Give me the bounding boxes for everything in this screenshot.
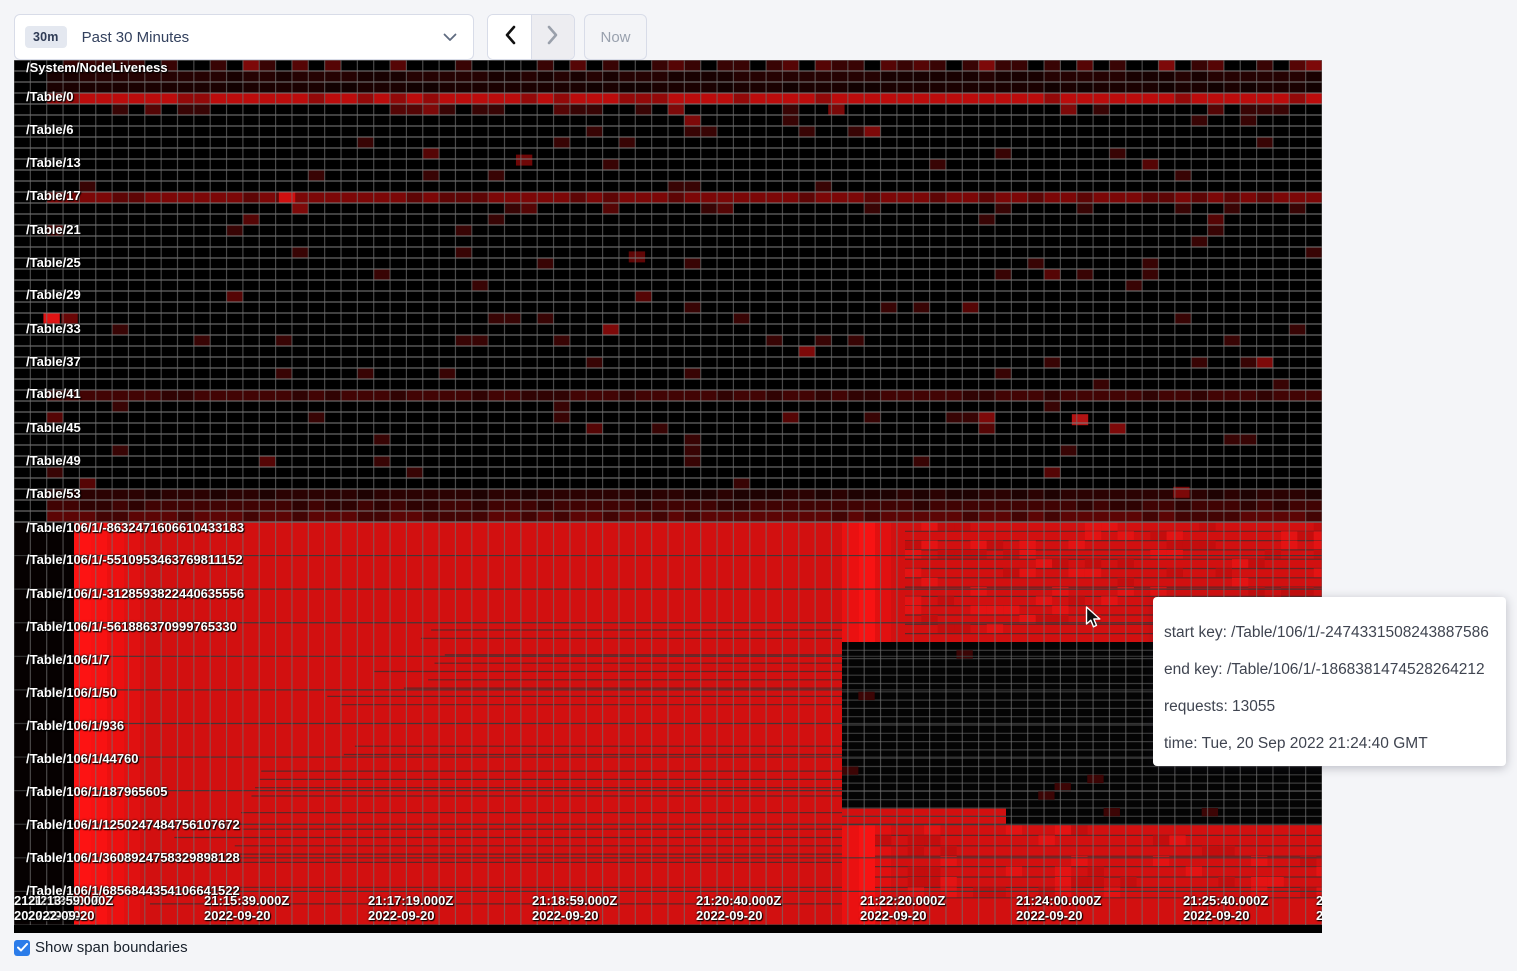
time-range-badge: 30m <box>25 26 67 48</box>
next-time-button[interactable] <box>531 15 574 59</box>
tooltip-time: time: Tue, 20 Sep 2022 21:24:40 GMT <box>1164 725 1496 762</box>
show-span-boundaries-checkbox[interactable] <box>14 940 30 956</box>
tooltip-end-key: end key: /Table/106/1/-18683814745282642… <box>1164 651 1496 688</box>
time-range-dropdown[interactable]: 30m Past 30 Minutes <box>14 14 474 60</box>
now-button[interactable]: Now <box>584 14 647 60</box>
footer-controls: Show span boundaries <box>14 939 188 956</box>
chevron-right-icon <box>547 25 559 50</box>
show-span-boundaries-label: Show span boundaries <box>35 939 188 956</box>
check-icon <box>17 939 28 957</box>
tooltip-requests: requests: 13055 <box>1164 688 1496 725</box>
span-tooltip: start key: /Table/106/1/-247433150824388… <box>1153 597 1506 766</box>
key-visualizer-page: 30m Past 30 Minutes Now /System/NodeLive… <box>0 0 1517 971</box>
prev-time-button[interactable] <box>488 15 531 59</box>
tooltip-start-key: start key: /Table/106/1/-247433150824388… <box>1164 614 1496 651</box>
time-nav-group <box>487 14 575 60</box>
time-range-label: Past 30 Minutes <box>82 29 190 46</box>
keyspace-heatmap[interactable]: /System/NodeLiveness/Table/0/Table/6/Tab… <box>14 60 1322 933</box>
chevron-down-icon <box>443 33 457 42</box>
chevron-left-icon <box>504 25 516 50</box>
